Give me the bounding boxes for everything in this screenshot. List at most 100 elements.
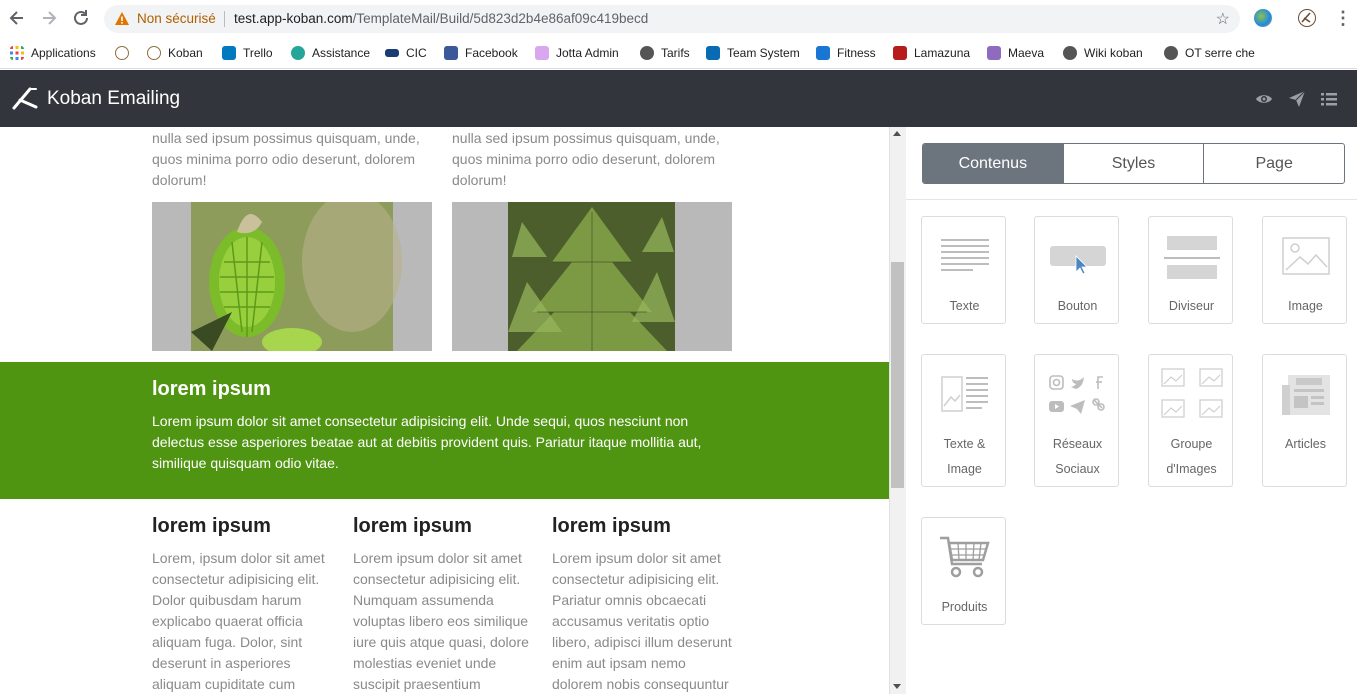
block-label: Bouton bbox=[1057, 299, 1098, 313]
send-paper-plane-icon[interactable] bbox=[1288, 90, 1306, 108]
bookmark-star-icon[interactable]: ☆ bbox=[1216, 9, 1230, 29]
text-image-block-icon bbox=[922, 373, 1007, 415]
text-block-icon bbox=[922, 239, 1007, 275]
bookmark-label: Trello bbox=[243, 46, 273, 60]
bookmark-wiki-koban[interactable]: Wiki koban bbox=[1063, 44, 1143, 62]
bookmark-fitness[interactable]: Fitness bbox=[816, 44, 876, 62]
sidebar-divider bbox=[906, 199, 1357, 200]
col2-top-text[interactable]: nulla sed ipsum possimus quisquam, unde,… bbox=[452, 128, 732, 191]
koban-logo-icon[interactable] bbox=[12, 86, 38, 110]
koban-extension-icon[interactable] bbox=[1298, 9, 1316, 27]
reload-icon[interactable] bbox=[71, 8, 91, 28]
url-path: /TemplateMail/Build/5d823d2b4e86af09c419… bbox=[352, 11, 649, 26]
block-diviseur[interactable]: Diviseur bbox=[1148, 216, 1233, 324]
column-title-3[interactable]: lorem ipsum bbox=[552, 515, 671, 538]
scrollbar-thumb[interactable] bbox=[891, 262, 904, 488]
tab-page[interactable]: Page bbox=[1203, 144, 1344, 183]
block-texte-image[interactable]: Texte & Image bbox=[921, 354, 1006, 487]
fir-tree-photo bbox=[508, 202, 675, 351]
block-label: Articles bbox=[1285, 437, 1326, 451]
image-block-icon bbox=[1263, 237, 1348, 275]
preview-eye-icon[interactable] bbox=[1255, 90, 1273, 108]
lamazuna-favicon-icon bbox=[893, 46, 907, 60]
block-label: Réseaux bbox=[1052, 437, 1103, 451]
bookmark-ot-serre-che[interactable]: OT serre che bbox=[1164, 44, 1255, 62]
browser-toolbar: Non sécurisé test.app-koban.com/Template… bbox=[0, 0, 1357, 38]
globe-favicon-icon bbox=[640, 46, 654, 60]
block-articles[interactable]: Articles bbox=[1262, 354, 1347, 487]
scroll-down-arrow-icon[interactable] bbox=[893, 684, 901, 689]
bookmarks-bar: Applications Koban Trello Assistance CIC… bbox=[0, 38, 1357, 69]
bookmark-koban[interactable]: Koban bbox=[147, 44, 203, 62]
globe-favicon-icon bbox=[1164, 46, 1178, 60]
block-label: Texte & bbox=[943, 437, 986, 451]
bookmark-label: Maeva bbox=[1008, 46, 1045, 60]
button-block-icon bbox=[1035, 245, 1120, 275]
scroll-up-arrow-icon[interactable] bbox=[893, 131, 901, 136]
bookmark-label: Applications bbox=[31, 46, 96, 60]
insecure-label: Non sécurisé bbox=[137, 11, 216, 26]
bookmark-cic[interactable]: CIC bbox=[385, 44, 427, 62]
forward-arrow-icon[interactable] bbox=[39, 8, 59, 28]
tab-styles[interactable]: Styles bbox=[1062, 144, 1204, 183]
extension-globe-icon[interactable] bbox=[1254, 9, 1272, 27]
bookmark-jotta-admin[interactable]: Jotta Admin bbox=[535, 44, 619, 62]
bookmark-trello[interactable]: Trello bbox=[222, 44, 273, 62]
sidebar-tabs: Contenus Styles Page bbox=[922, 143, 1345, 184]
block-label: Texte bbox=[949, 299, 980, 313]
back-arrow-icon[interactable] bbox=[7, 8, 27, 28]
pine-cone-photo bbox=[191, 202, 402, 351]
bookmark-team-system[interactable]: Team System bbox=[706, 44, 800, 62]
block-image[interactable]: Image bbox=[1262, 216, 1347, 324]
column-text-1[interactable]: Lorem, ipsum dolor sit amet consectetur … bbox=[152, 548, 332, 695]
block-texte[interactable]: Texte bbox=[921, 216, 1006, 324]
warning-icon bbox=[115, 12, 129, 25]
bookmark-label: Assistance bbox=[312, 46, 371, 60]
koban-favicon-icon bbox=[115, 46, 129, 60]
bookmark-label: Team System bbox=[727, 46, 800, 60]
tab-contenus[interactable]: Contenus bbox=[923, 144, 1063, 183]
block-produits[interactable]: Produits bbox=[921, 517, 1006, 625]
facebook-favicon-icon bbox=[444, 46, 458, 60]
menu-list-icon[interactable] bbox=[1320, 90, 1338, 108]
block-label: Groupe bbox=[1170, 437, 1213, 451]
bookmark-facebook[interactable]: Facebook bbox=[444, 44, 518, 62]
trello-favicon-icon bbox=[222, 46, 236, 60]
products-cart-icon bbox=[922, 534, 1007, 580]
column-text-2[interactable]: Lorem ipsum dolor sit amet consectetur a… bbox=[353, 548, 533, 695]
block-groupe-images[interactable]: Groupe d'Images bbox=[1148, 354, 1233, 487]
social-block-icon bbox=[1035, 373, 1120, 417]
col1-top-text[interactable]: nulla sed ipsum possimus quisquam, unde,… bbox=[152, 128, 432, 191]
bookmark-label: Tarifs bbox=[661, 46, 690, 60]
band-title[interactable]: lorem ipsum bbox=[152, 378, 271, 401]
divider-block-icon bbox=[1149, 236, 1234, 280]
bookmark-assistance[interactable]: Assistance bbox=[291, 44, 370, 62]
fitness-favicon-icon bbox=[816, 46, 830, 60]
block-reseaux-sociaux[interactable]: Réseaux Sociaux bbox=[1034, 354, 1119, 487]
bookmark-lamazuna[interactable]: Lamazuna bbox=[893, 44, 970, 62]
team-system-favicon-icon bbox=[706, 46, 720, 60]
pine-cone-image[interactable] bbox=[152, 202, 432, 351]
cic-favicon-icon bbox=[385, 49, 399, 57]
apps-grid-icon bbox=[10, 46, 24, 60]
address-separator bbox=[224, 11, 225, 27]
browser-menu-icon[interactable]: ⋮ bbox=[1334, 7, 1352, 29]
column-title-1[interactable]: lorem ipsum bbox=[152, 515, 271, 538]
fir-tree-image[interactable] bbox=[452, 202, 732, 351]
maeva-favicon-icon bbox=[987, 46, 1001, 60]
column-title-2[interactable]: lorem ipsum bbox=[353, 515, 472, 538]
bookmark-tarifs[interactable]: Tarifs bbox=[640, 44, 690, 62]
bookmark-koban-icon-only[interactable] bbox=[115, 44, 136, 62]
band-text[interactable]: Lorem ipsum dolor sit amet consectetur a… bbox=[152, 411, 732, 474]
app-title: Koban Emailing bbox=[47, 88, 181, 109]
block-label-line2: Sociaux bbox=[1055, 462, 1100, 476]
block-label: Image bbox=[1288, 299, 1323, 313]
bookmark-applications[interactable]: Applications bbox=[10, 44, 96, 62]
headset-favicon-icon bbox=[291, 46, 305, 60]
bookmark-maeva[interactable]: Maeva bbox=[987, 44, 1044, 62]
bookmark-label: Lamazuna bbox=[914, 46, 971, 60]
address-bar[interactable]: Non sécurisé test.app-koban.com/Template… bbox=[104, 5, 1240, 33]
block-bouton[interactable]: Bouton bbox=[1034, 216, 1119, 324]
url-host: test.app-koban.com bbox=[234, 11, 353, 26]
column-text-3[interactable]: Lorem ipsum dolor sit amet consectetur a… bbox=[552, 548, 734, 695]
